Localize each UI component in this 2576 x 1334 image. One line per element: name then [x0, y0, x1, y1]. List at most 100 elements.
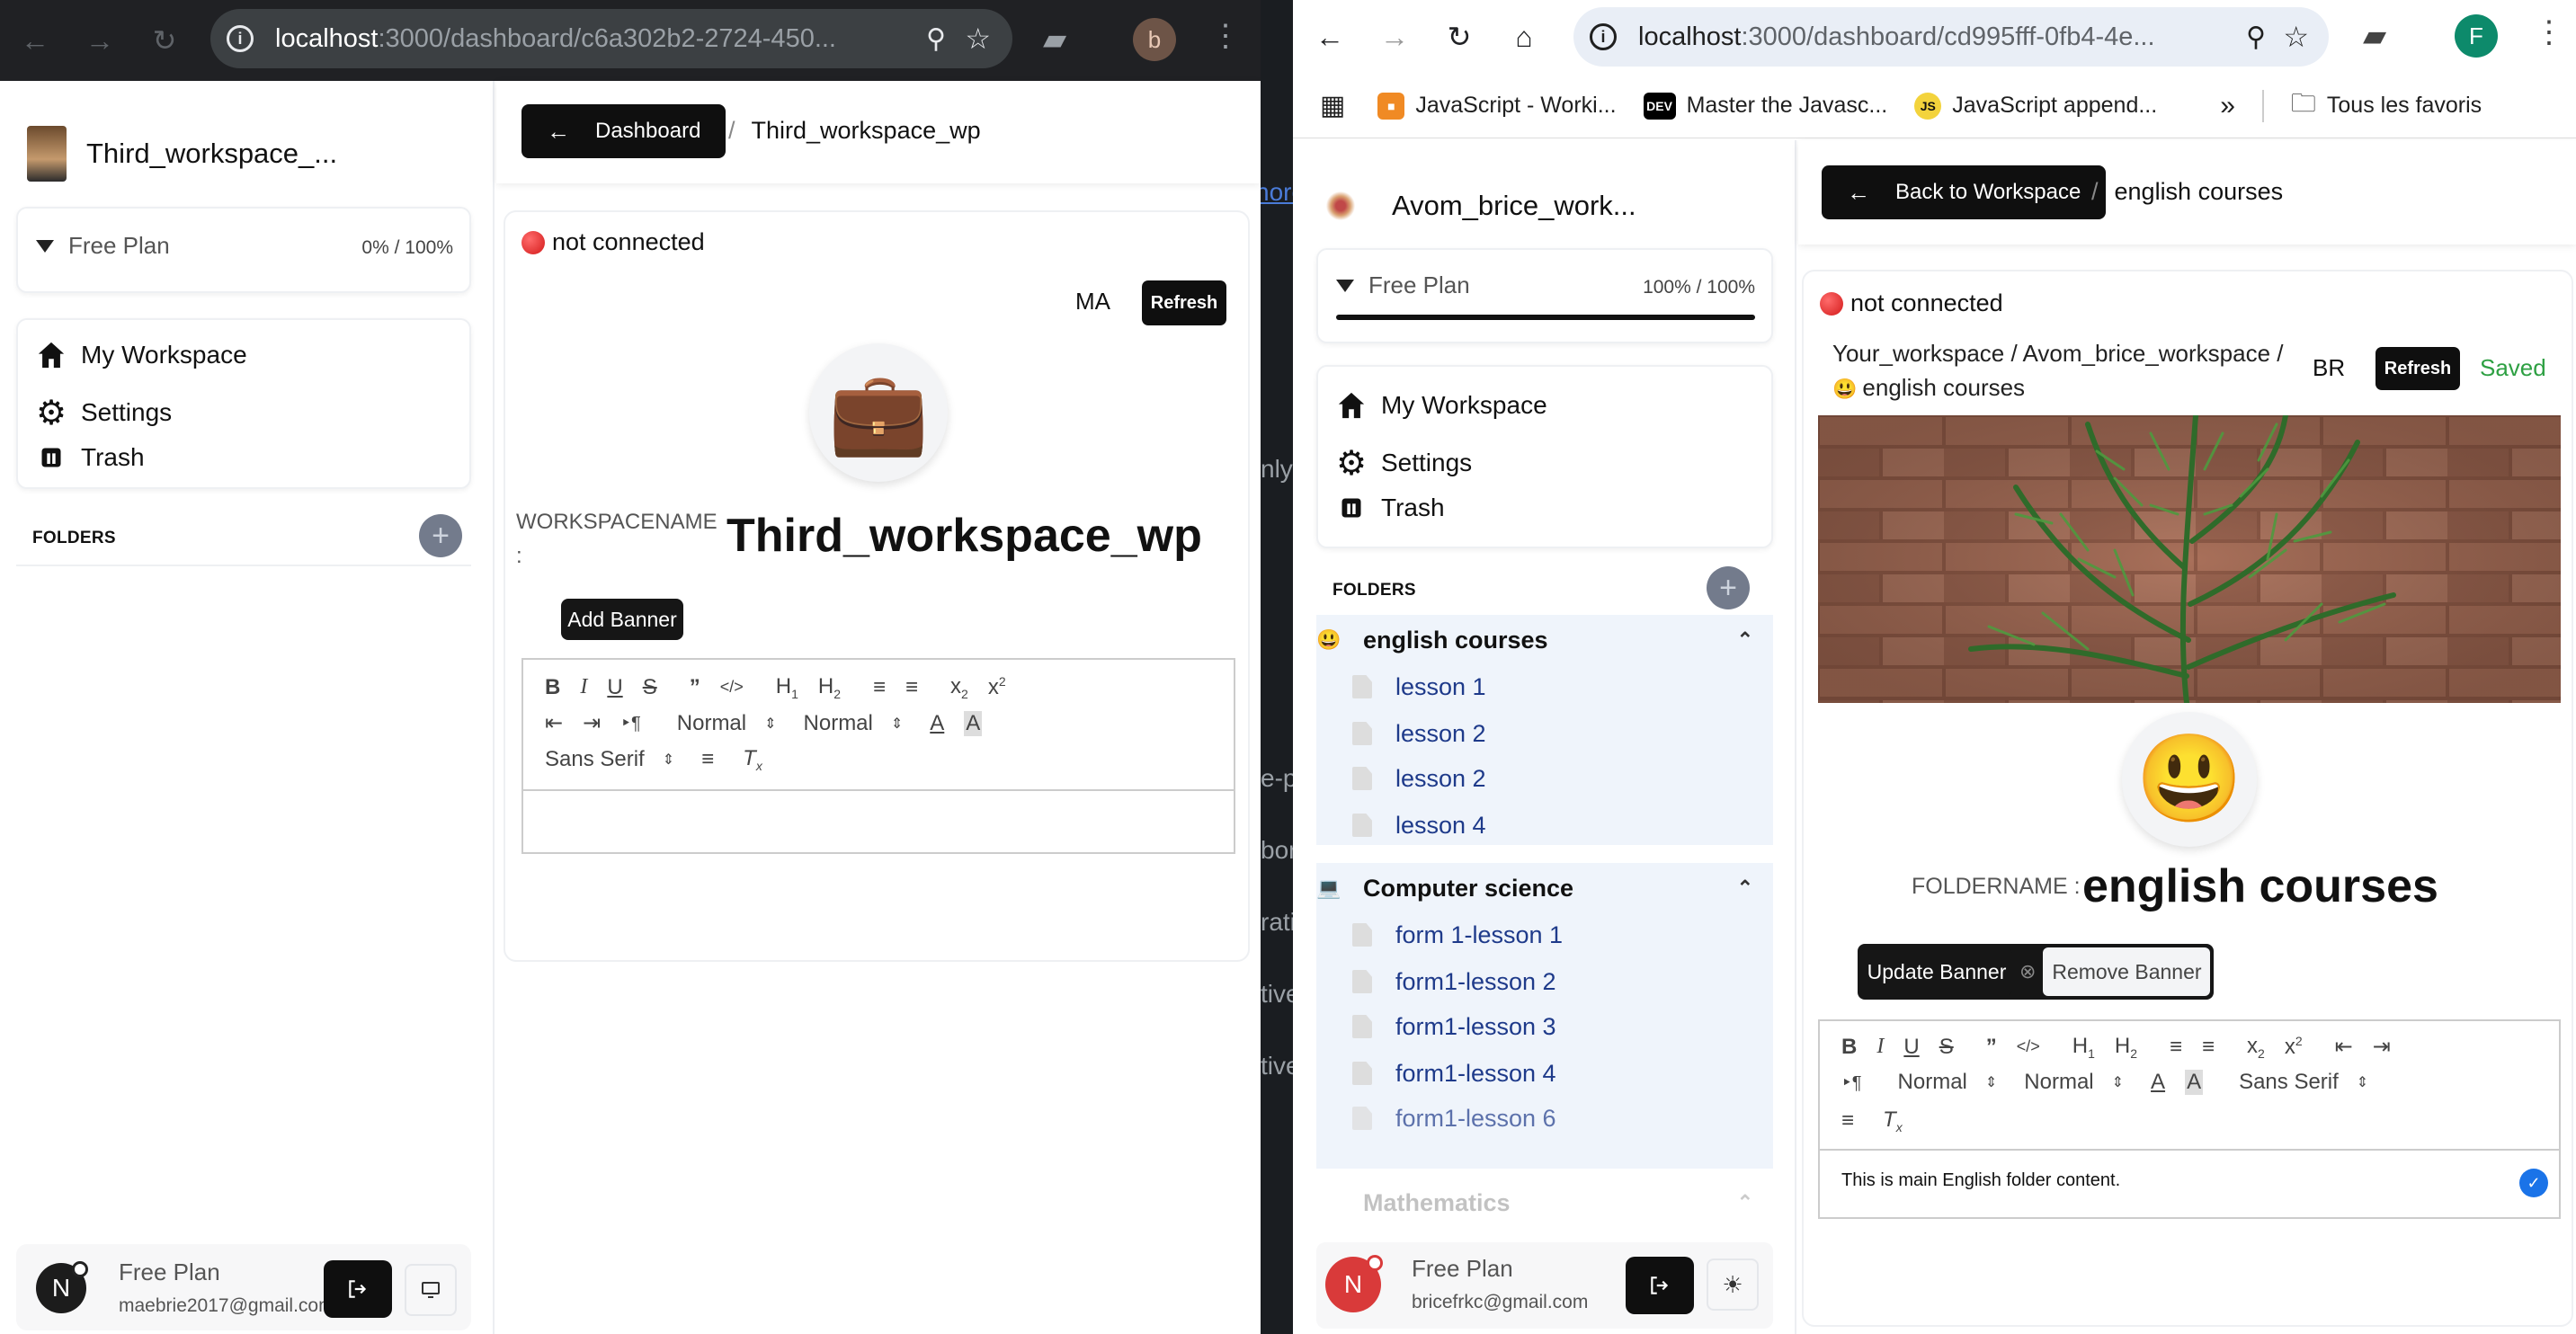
grammar-check-icon[interactable]: ✓ [2519, 1169, 2548, 1197]
extensions-icon[interactable]: ▰ [2363, 18, 2386, 54]
file-item[interactable]: form1-lesson 4 [1316, 1054, 1773, 1093]
underline-button[interactable]: U [1903, 1035, 1919, 1060]
chevron-up-icon[interactable]: ⌃ [1737, 1191, 1753, 1214]
plan-toggle[interactable]: Free Plan [1333, 271, 1470, 299]
h1-button[interactable]: H1 [2072, 1034, 2095, 1061]
folder-title-row[interactable]: 💻 Computer science ⌃ [1316, 868, 1773, 908]
underline-button[interactable]: U [607, 675, 622, 700]
user-avatar[interactable]: N [36, 1260, 88, 1313]
rtl-icon[interactable]: ‣¶ [620, 712, 641, 734]
back-to-dashboard-button[interactable]: ← Dashboard [521, 104, 726, 158]
folder-icon-picker[interactable]: 😃 [2122, 712, 2257, 847]
size-select[interactable]: Normal ⇕ [2024, 1070, 2124, 1095]
superscript-button[interactable]: x2 [2285, 1034, 2303, 1060]
bullet-list-icon[interactable]: ≡ [905, 675, 918, 700]
menu-my-workspace[interactable]: My Workspace [34, 338, 247, 372]
subscript-button[interactable]: x2 [2247, 1034, 2265, 1061]
italic-button[interactable]: I [580, 675, 587, 699]
search-icon[interactable]: ⚲ [926, 23, 946, 55]
align-icon[interactable]: ≡ [701, 747, 714, 772]
outdent-icon[interactable]: ⇤ [545, 710, 563, 736]
site-info-icon[interactable]: i [1590, 23, 1617, 50]
logout-button[interactable] [324, 1260, 392, 1318]
all-bookmarks-folder[interactable]: 🗀 Tous les favoris [2291, 84, 2482, 128]
menu-my-workspace[interactable]: My Workspace [1334, 388, 1547, 422]
file-item[interactable]: form 1-lesson 1 [1316, 915, 1773, 955]
h1-button[interactable]: H1 [776, 674, 798, 701]
rtl-icon[interactable]: ‣¶ [1841, 1072, 1862, 1094]
text-color-icon[interactable]: A [930, 711, 944, 736]
ordered-list-icon[interactable]: ≡ [2170, 1035, 2182, 1060]
file-item[interactable]: lesson 2 [1316, 714, 1773, 753]
ordered-list-icon[interactable]: ≡ [873, 675, 886, 700]
site-info-icon[interactable]: i [227, 25, 254, 52]
blockquote-button[interactable]: ” [690, 675, 700, 700]
subscript-button[interactable]: x2 [950, 674, 968, 701]
chevron-up-icon[interactable]: ⌃ [1737, 876, 1753, 900]
refresh-button[interactable]: Refresh [2375, 347, 2460, 390]
bullet-list-icon[interactable]: ≡ [2202, 1035, 2215, 1060]
forward-arrow-icon[interactable]: → [1374, 16, 1415, 58]
back-to-workspace-button[interactable]: ← Back to Workspace [1822, 165, 2107, 219]
back-arrow-icon[interactable]: ← [1309, 16, 1350, 58]
extensions-icon[interactable]: ▰ [1043, 22, 1066, 58]
code-button[interactable]: </> [2017, 1037, 2040, 1056]
file-item[interactable]: lesson 1 [1316, 667, 1773, 707]
file-item[interactable]: form1-lesson 6 [1316, 1098, 1773, 1138]
size-select[interactable]: Normal ⇕ [804, 711, 904, 736]
italic-button[interactable]: I [1876, 1035, 1884, 1059]
bookmark-star-icon[interactable]: ☆ [2283, 20, 2309, 54]
strike-button[interactable]: S [1939, 1035, 1954, 1060]
folder-title-row[interactable]: 😃 english courses ⌃ [1316, 622, 1773, 658]
bookmark-item[interactable]: JS JavaScript append... [1914, 92, 2157, 120]
indent-icon[interactable]: ⇥ [583, 710, 601, 736]
profile-avatar[interactable]: F [2455, 14, 2498, 58]
folder-mathematics[interactable]: Mathematics ⌃ [1316, 1183, 1773, 1223]
bookmark-item[interactable]: ■ JavaScript - Worki... [1377, 92, 1617, 120]
workspace-header[interactable]: Third_workspace_... [27, 126, 337, 182]
menu-settings[interactable]: ⚙ Settings [1334, 445, 1472, 483]
chevron-up-icon[interactable]: ⌃ [1737, 628, 1753, 652]
address-bar[interactable]: i localhost:3000/dashboard/cd995fff-0fb4… [1573, 7, 2329, 67]
refresh-button[interactable]: Refresh [1142, 280, 1226, 325]
file-item[interactable]: form1-lesson 2 [1316, 962, 1773, 1001]
plan-toggle[interactable]: Free Plan [32, 232, 170, 260]
outdent-icon[interactable]: ⇤ [2335, 1034, 2353, 1060]
user-avatar[interactable]: N [1325, 1254, 1383, 1312]
indent-icon[interactable]: ⇥ [2373, 1034, 2391, 1060]
menu-trash[interactable]: Trash [1334, 491, 1445, 525]
font-select[interactable]: Sans Serif ⇕ [545, 747, 674, 772]
apps-grid-icon[interactable]: ▦ [1320, 90, 1345, 121]
more-menu-icon[interactable]: ⋮ [1210, 18, 1241, 54]
clear-format-icon[interactable]: Tx [1883, 1107, 1903, 1134]
heading-select[interactable]: Normal ⇕ [677, 711, 777, 736]
menu-trash[interactable]: Trash [34, 440, 145, 475]
back-arrow-icon[interactable]: ← [14, 20, 56, 61]
text-color-icon[interactable]: A [2151, 1070, 2165, 1095]
profile-avatar[interactable]: b [1133, 18, 1176, 61]
add-folder-button[interactable]: + [1707, 566, 1750, 609]
monitor-icon[interactable] [405, 1264, 457, 1316]
workspace-header[interactable]: Avom_brice_work... [1324, 189, 1636, 223]
editor-content[interactable]: This is main English folder content. ✓ [1820, 1149, 2559, 1217]
superscript-button[interactable]: x2 [988, 674, 1006, 700]
font-select[interactable]: Sans Serif ⇕ [2239, 1070, 2368, 1095]
update-banner-button[interactable]: Update Banner [1861, 947, 2012, 996]
clear-format-icon[interactable]: Tx [743, 746, 762, 773]
bookmark-item[interactable]: DEV Master the Javasc... [1643, 92, 1887, 120]
file-item[interactable]: form1-lesson 3 [1316, 1007, 1773, 1046]
background-color-icon[interactable]: A [2185, 1070, 2204, 1095]
remove-banner-button[interactable]: Remove Banner [2043, 947, 2211, 996]
bold-button[interactable]: B [1841, 1035, 1857, 1060]
code-button[interactable]: </> [720, 678, 744, 697]
more-bookmarks-icon[interactable]: » [2220, 91, 2235, 121]
blockquote-button[interactable]: ” [1986, 1035, 1997, 1060]
editor-content[interactable] [523, 789, 1234, 852]
add-folder-button[interactable]: + [419, 514, 462, 557]
file-item[interactable]: lesson 4 [1316, 805, 1773, 845]
more-menu-icon[interactable]: ⋮ [2534, 14, 2564, 50]
add-banner-button[interactable]: Add Banner [561, 599, 683, 640]
bookmark-star-icon[interactable]: ☆ [965, 22, 991, 56]
logout-button[interactable] [1626, 1257, 1694, 1314]
address-bar[interactable]: i localhost:3000/dashboard/c6a302b2-2724… [210, 9, 1012, 68]
